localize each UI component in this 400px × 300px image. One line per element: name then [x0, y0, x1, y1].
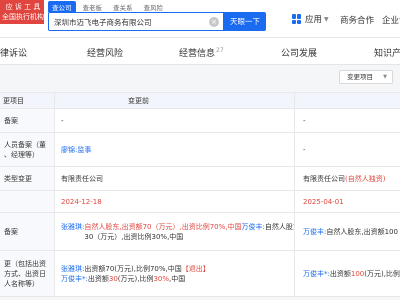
main-nav: 律诉讼 经营风险 经营信息27 公司发展 知识产 — [0, 38, 400, 65]
row-after: 万俊丰:自然人股东,出资额100 — [294, 212, 400, 251]
row-after: 2025-04-01 — [294, 190, 400, 213]
table-row: 备案 张雅琪:自然人股东,出资额70（万元）,出资比例70%,中国万俊丰:自然人… — [0, 212, 400, 251]
promo-banner[interactable]: 应 诉 工 具 全国执行机构 — [0, 0, 44, 24]
enterprise-cert-link[interactable]: 企业认 — [382, 14, 400, 26]
apps-menu[interactable]: 应用 ▼ — [292, 13, 329, 25]
col-after — [294, 92, 400, 109]
tab-company-development[interactable]: 公司发展 — [281, 46, 317, 59]
tab-operating-info[interactable]: 经营信息27 — [179, 46, 224, 59]
added-marker: (自然人独资) — [345, 174, 386, 183]
row-after: - — [294, 108, 400, 133]
change-records-panel: 变更项目 ▼ 更项目 变更前 备案 - - 人员备案（董 、经理等） 廖锦:监事 … — [0, 65, 400, 300]
row-after: 有限责任公司(自然人独资) — [294, 166, 400, 191]
row-item — [0, 190, 55, 213]
table-row: 类型变更 有限责任公司 有限责任公司(自然人独资) — [0, 166, 400, 191]
col-before: 变更前 — [54, 92, 295, 109]
exit-marker: 【退出】 — [181, 264, 210, 273]
row-before: 廖锦:监事 — [54, 132, 295, 167]
search-button[interactable]: 天眼一下 — [224, 12, 266, 31]
table-row: 备案 - - — [0, 108, 400, 133]
col-change-item: 更项目 — [0, 92, 55, 109]
tab-intellectual-property[interactable]: 知识产 — [374, 46, 400, 59]
tab-legal[interactable]: 律诉讼 — [0, 46, 27, 59]
row-after: 万俊丰*:出资额100(万元),比例（＋7 — [294, 250, 400, 297]
row-before: 有限责任公司 — [54, 166, 295, 191]
row-item: 人员备案（董 、经理等） — [0, 132, 55, 167]
row-before: 张雅琪:自然人股东,出资额70（万元）,出资比例70%,中国万俊丰:自然人股东,… — [54, 212, 295, 251]
change-records-table: 更项目 变更前 备案 - - 人员备案（董 、经理等） 廖锦:监事 - 类型变更 … — [0, 92, 400, 297]
promo-line-1: 应 诉 工 具 — [5, 3, 41, 11]
row-after: - — [294, 132, 400, 167]
shareholder-link[interactable]: 张雅琪: — [61, 223, 84, 231]
shareholder-link[interactable]: 万俊丰: — [303, 228, 326, 236]
chevron-down-icon: ▼ — [324, 15, 329, 23]
table-row: 2024-12-18 2025-04-01 — [0, 190, 400, 213]
row-before: 2024-12-18 — [54, 190, 295, 213]
apps-label: 应用 — [305, 15, 323, 25]
clear-icon[interactable]: × — [209, 17, 219, 27]
apps-grid-icon — [292, 14, 302, 24]
row-item: 更（包括出资 方式、出资日 人名称等） — [0, 250, 55, 297]
promo-line-2: 全国执行机构 — [2, 13, 44, 21]
shareholder-link[interactable]: 万俊丰: — [242, 223, 265, 231]
table-row: 更（包括出资 方式、出资日 人名称等） 张雅琪:出资额70(万元),比例70%,中国… — [0, 250, 400, 297]
search-input[interactable]: 深圳市迈飞电子商务有限公司 × — [48, 12, 224, 31]
change-item-filter-label: 变更项目 — [347, 73, 373, 81]
row-before: - — [54, 108, 295, 133]
table-row: 人员备案（董 、经理等） 廖锦:监事 - — [0, 132, 400, 167]
chevron-down-icon: ▼ — [383, 74, 387, 80]
shareholder-link[interactable]: 张雅琪: — [61, 265, 84, 273]
person-link[interactable]: 廖锦:监事 — [61, 146, 91, 154]
row-item: 备案 — [0, 108, 55, 133]
tab-operating-info-count: 27 — [216, 47, 224, 54]
change-item-filter[interactable]: 变更项目 ▼ — [339, 70, 393, 84]
row-item: 类型变更 — [0, 166, 55, 191]
search-query-text: 深圳市迈飞电子商务有限公司 — [54, 18, 152, 27]
shareholder-link[interactable]: 万俊丰*: — [61, 275, 88, 283]
row-item: 备案 — [0, 212, 55, 251]
tab-operating-risk[interactable]: 经营风险 — [87, 46, 123, 59]
top-bar: 应 诉 工 具 全国执行机构 查公司 查老板 查关系 查风险 深圳市迈飞电子商务… — [0, 0, 400, 38]
tab-operating-info-label: 经营信息 — [179, 49, 216, 59]
shareholder-link[interactable]: 万俊丰*: — [303, 270, 330, 278]
business-cooperation-link[interactable]: 商务合作 — [340, 14, 374, 26]
row-before: 张雅琪:出资额70(万元),比例70%,中国【退出】 万俊丰*:出资额30(万元… — [54, 250, 295, 297]
